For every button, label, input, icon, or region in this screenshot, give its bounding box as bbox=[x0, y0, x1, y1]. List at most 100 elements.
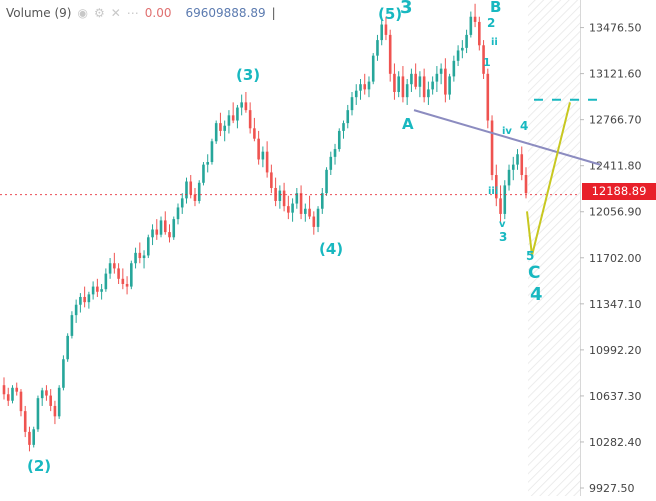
price-axis-label: 13121.60 bbox=[589, 68, 642, 81]
candle-body bbox=[121, 278, 125, 284]
wave-label: (5) bbox=[378, 5, 402, 23]
candle-body bbox=[180, 198, 184, 208]
wave-label: (3) bbox=[236, 66, 260, 84]
candle-body bbox=[248, 110, 252, 129]
candle-body bbox=[257, 138, 260, 160]
candle-body bbox=[193, 194, 197, 201]
volume-value-2: 69609888.89 bbox=[185, 6, 266, 20]
candle-body bbox=[376, 40, 379, 56]
legend-separator: | bbox=[271, 6, 276, 20]
candle-body bbox=[189, 181, 193, 195]
candle-body bbox=[202, 164, 205, 183]
wave-label: iii bbox=[488, 186, 498, 197]
candle-body bbox=[287, 206, 290, 213]
candle-body bbox=[117, 268, 120, 279]
candle-body bbox=[337, 130, 341, 150]
wave-label: v bbox=[499, 219, 506, 230]
candle-body bbox=[278, 190, 282, 201]
candle-body bbox=[206, 162, 210, 165]
candle-body bbox=[223, 125, 226, 131]
price-axis-label: 9927.50 bbox=[589, 482, 635, 495]
candle-body bbox=[456, 50, 460, 61]
wave-label: 1 bbox=[483, 56, 491, 69]
candle-body bbox=[261, 151, 265, 160]
candle-body bbox=[240, 102, 243, 108]
price-axis-label: 12411.80 bbox=[589, 160, 642, 173]
wave-label: (4) bbox=[319, 240, 343, 258]
candle-body bbox=[219, 123, 222, 131]
candle-body bbox=[410, 73, 413, 85]
candle-body bbox=[53, 405, 57, 417]
candle-body bbox=[312, 216, 316, 227]
candle-body bbox=[397, 76, 400, 92]
price-chart[interactable]: 13476.50 13121.60 12766.70 12411.80 12056.90… bbox=[0, 0, 656, 496]
candle-body bbox=[108, 263, 112, 274]
wave-label: 3 bbox=[400, 0, 413, 18]
wave-label: C bbox=[528, 263, 540, 283]
candle-body bbox=[265, 151, 269, 173]
candle-body bbox=[363, 84, 367, 90]
wave-label: 4 bbox=[520, 119, 528, 133]
candle-body bbox=[2, 385, 6, 395]
candle-body bbox=[57, 387, 61, 417]
candle-body bbox=[142, 255, 146, 259]
more-icon[interactable]: ⋯ bbox=[127, 6, 139, 20]
settings-icon[interactable]: ⚙ bbox=[94, 6, 105, 20]
candle-body bbox=[185, 181, 188, 199]
candle-body bbox=[499, 198, 502, 214]
candle-body bbox=[253, 128, 256, 139]
candle-body bbox=[414, 73, 417, 87]
candle-body bbox=[465, 34, 468, 48]
candle-body bbox=[350, 97, 354, 111]
candle-body bbox=[304, 208, 307, 214]
candle-body bbox=[163, 220, 167, 233]
candle-body bbox=[176, 207, 180, 220]
volume-legend-title[interactable]: Volume (9) bbox=[6, 6, 71, 20]
eye-icon[interactable]: ◉ bbox=[77, 6, 87, 20]
candle-body bbox=[236, 107, 239, 121]
candle-body bbox=[427, 89, 430, 98]
candle-body bbox=[40, 390, 44, 399]
candle-body bbox=[151, 229, 154, 238]
candle-body bbox=[486, 73, 490, 121]
candle-body bbox=[23, 411, 27, 432]
candle-body bbox=[444, 68, 447, 95]
candle-body bbox=[422, 76, 426, 98]
candle-body bbox=[96, 286, 99, 292]
volume-legend: Volume (9) ◉ ⚙ ✕ ⋯ 0.00 69609888.89 | bbox=[6, 4, 276, 22]
candle-body bbox=[520, 154, 524, 176]
candle-body bbox=[11, 387, 14, 401]
candle-body bbox=[405, 84, 409, 98]
candle-body bbox=[270, 172, 273, 188]
candle-body bbox=[384, 24, 388, 35]
candle-body bbox=[168, 232, 171, 238]
price-axis-label: 10637.30 bbox=[589, 390, 642, 403]
candle-body bbox=[461, 47, 464, 51]
candle-body bbox=[244, 102, 248, 111]
candle-body bbox=[524, 175, 528, 194]
candle-body bbox=[516, 154, 519, 165]
candle-body bbox=[125, 283, 129, 287]
chart-panel[interactable]: Volume (9) ◉ ⚙ ✕ ⋯ 0.00 69609888.89 | 13… bbox=[0, 0, 656, 496]
candle-body bbox=[62, 359, 65, 388]
candle-body bbox=[79, 296, 82, 305]
candle-body bbox=[507, 169, 511, 186]
candle-body bbox=[214, 123, 218, 142]
candle-body bbox=[49, 395, 52, 406]
price-axis-label: 12056.90 bbox=[589, 206, 642, 219]
wave-label: (2) bbox=[27, 457, 51, 475]
wave-label: 5 bbox=[526, 249, 534, 263]
candle-body bbox=[469, 16, 473, 35]
wave-label: 2 bbox=[487, 16, 495, 30]
candle-body bbox=[28, 431, 31, 445]
candle-body bbox=[227, 115, 231, 126]
price-axis-label: 13476.50 bbox=[589, 22, 642, 35]
wave-label: 3 bbox=[499, 230, 507, 244]
candle-body bbox=[359, 84, 362, 91]
volume-value-1: 0.00 bbox=[144, 6, 172, 20]
candle-body bbox=[146, 237, 150, 256]
candle-body bbox=[130, 263, 133, 287]
close-icon[interactable]: ✕ bbox=[111, 6, 121, 20]
candle-body bbox=[346, 110, 350, 124]
candle-body bbox=[448, 76, 451, 95]
